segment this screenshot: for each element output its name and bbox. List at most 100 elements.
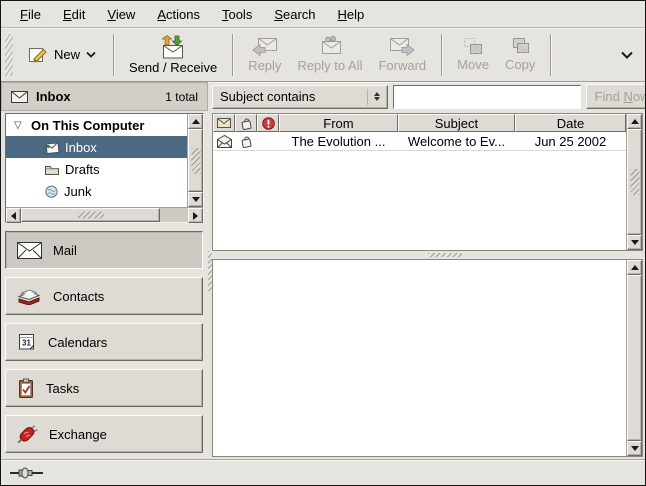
- scroll-up-arrow[interactable]: [627, 260, 642, 275]
- reply-label: Reply: [248, 58, 281, 73]
- menu-actions[interactable]: Actions: [146, 3, 211, 26]
- chevron-down-icon: [621, 51, 633, 59]
- scroll-right-arrow[interactable]: [188, 208, 203, 223]
- mail-panes: From Subject Date: [212, 111, 645, 459]
- scrollbar-thumb[interactable]: [627, 129, 642, 235]
- scrollbar-thumb[interactable]: [21, 208, 160, 222]
- forward-button[interactable]: Forward: [370, 33, 434, 76]
- shortcut-label: Exchange: [49, 427, 107, 442]
- folder-tree-vertical-scrollbar[interactable]: [187, 114, 203, 207]
- new-button-label: New: [54, 47, 80, 62]
- shortcut-label: Calendars: [48, 335, 107, 350]
- pane-splitter-horizontal[interactable]: [212, 251, 643, 259]
- message-list-vertical-scrollbar[interactable]: [626, 114, 642, 250]
- copy-button[interactable]: Copy: [497, 34, 543, 75]
- scroll-down-arrow[interactable]: [627, 441, 642, 456]
- attachment-icon: [240, 117, 253, 130]
- shortcut-tasks-button[interactable]: Tasks: [5, 369, 203, 407]
- column-date[interactable]: Date: [515, 114, 626, 132]
- scroll-down-arrow[interactable]: [188, 192, 203, 207]
- offline-connector-icon[interactable]: [10, 467, 44, 479]
- junk-icon: [44, 185, 59, 198]
- new-button[interactable]: New: [18, 41, 106, 69]
- chevron-down-icon: [86, 51, 96, 58]
- compose-icon: [28, 46, 48, 64]
- copy-icon: [509, 37, 531, 56]
- message-list-empty-area[interactable]: [213, 151, 626, 250]
- menu-view[interactable]: View: [96, 3, 146, 26]
- move-label: Move: [457, 57, 489, 72]
- shortcut-label: Tasks: [46, 381, 79, 396]
- column-subject[interactable]: Subject: [398, 114, 515, 132]
- menu-help[interactable]: Help: [327, 3, 376, 26]
- scroll-up-arrow[interactable]: [627, 114, 642, 129]
- importance-icon: [262, 117, 275, 130]
- preview-pane-body[interactable]: [213, 260, 626, 456]
- tree-row-junk[interactable]: Junk: [6, 180, 187, 202]
- scroll-down-arrow[interactable]: [627, 235, 642, 250]
- pane-splitter-vertical[interactable]: [208, 111, 212, 459]
- menu-edit[interactable]: Edit: [52, 3, 96, 26]
- preview-pane: [212, 259, 643, 457]
- envelope-icon: [11, 91, 28, 103]
- tree-row-root[interactable]: ▽ On This Computer: [6, 114, 187, 136]
- message-from: The Evolution ...: [279, 132, 398, 150]
- current-folder-title: Inbox: [36, 89, 71, 104]
- shortcut-label: Mail: [53, 243, 77, 258]
- header-row: Inbox 1 total Subject contains Find Now …: [1, 82, 645, 111]
- shortcut-calendars-button[interactable]: 31 Calendars: [5, 323, 203, 361]
- scroll-up-arrow[interactable]: [188, 114, 203, 129]
- message-row[interactable]: The Evolution ... Welcome to Ev... Jun 2…: [213, 132, 626, 151]
- scroll-left-arrow[interactable]: [6, 208, 21, 223]
- menu-tools[interactable]: Tools: [211, 3, 263, 26]
- search-bar: Subject contains Find Now Clear: [208, 82, 646, 111]
- shortcut-exchange-button[interactable]: Exchange: [5, 415, 203, 453]
- message-list-header: From Subject Date: [213, 114, 626, 132]
- menu-bar: File Edit View Actions Tools Search Help: [1, 1, 645, 28]
- toolbar-separator: [113, 34, 114, 76]
- exchange-icon: [17, 425, 38, 444]
- shortcut-contacts-button[interactable]: Contacts: [5, 277, 203, 315]
- column-importance[interactable]: [257, 114, 279, 132]
- message-subject: Welcome to Ev...: [398, 132, 515, 150]
- menu-file[interactable]: File: [9, 3, 52, 26]
- search-criteria-dropdown[interactable]: Subject contains: [212, 85, 388, 109]
- find-now-button[interactable]: Find Now: [586, 84, 646, 109]
- reply-button[interactable]: Reply: [240, 33, 289, 76]
- folder-tree-horizontal-scrollbar[interactable]: [6, 207, 203, 222]
- message-count: 1 total: [165, 90, 198, 104]
- preview-vertical-scrollbar[interactable]: [626, 260, 642, 456]
- mail-icon: [17, 242, 42, 259]
- expander-triangle-icon[interactable]: ▽: [14, 120, 26, 131]
- column-attachment[interactable]: [235, 114, 257, 132]
- toolbar-overflow-button[interactable]: [615, 41, 639, 68]
- scrollbar-track[interactable]: [160, 208, 188, 222]
- column-from[interactable]: From: [279, 114, 398, 132]
- send-receive-label: Send / Receive: [129, 60, 217, 75]
- tree-row-inbox[interactable]: Inbox: [6, 136, 187, 158]
- attachment-icon: [240, 135, 253, 148]
- move-icon: [462, 37, 484, 56]
- scrollbar-thumb[interactable]: [188, 129, 203, 192]
- option-menu-arrows-icon: [367, 89, 380, 105]
- menu-search[interactable]: Search: [263, 3, 326, 26]
- send-receive-button[interactable]: Send / Receive: [121, 32, 225, 78]
- toolbar-separator: [441, 34, 442, 76]
- open-envelope-icon: [217, 135, 232, 148]
- forward-icon: [389, 36, 415, 57]
- shortcut-label: Contacts: [53, 289, 104, 304]
- copy-label: Copy: [505, 57, 535, 72]
- reply-to-all-button[interactable]: Reply to All: [289, 33, 370, 76]
- shortcut-mail-button[interactable]: Mail: [5, 231, 203, 269]
- scrollbar-thumb[interactable]: [627, 275, 642, 441]
- evolution-window: File Edit View Actions Tools Search Help…: [0, 0, 646, 486]
- tree-root-label: On This Computer: [31, 118, 144, 133]
- main-area: ▽ On This Computer Inbox: [1, 111, 645, 459]
- toolbar-grip[interactable]: [5, 34, 13, 76]
- message-date: Jun 25 2002: [515, 132, 626, 150]
- move-button[interactable]: Move: [449, 34, 497, 75]
- column-message-status[interactable]: [213, 114, 235, 132]
- tree-row-drafts[interactable]: Drafts: [6, 158, 187, 180]
- search-input[interactable]: [393, 85, 581, 109]
- toolbar: New Send / Receive: [1, 28, 645, 82]
